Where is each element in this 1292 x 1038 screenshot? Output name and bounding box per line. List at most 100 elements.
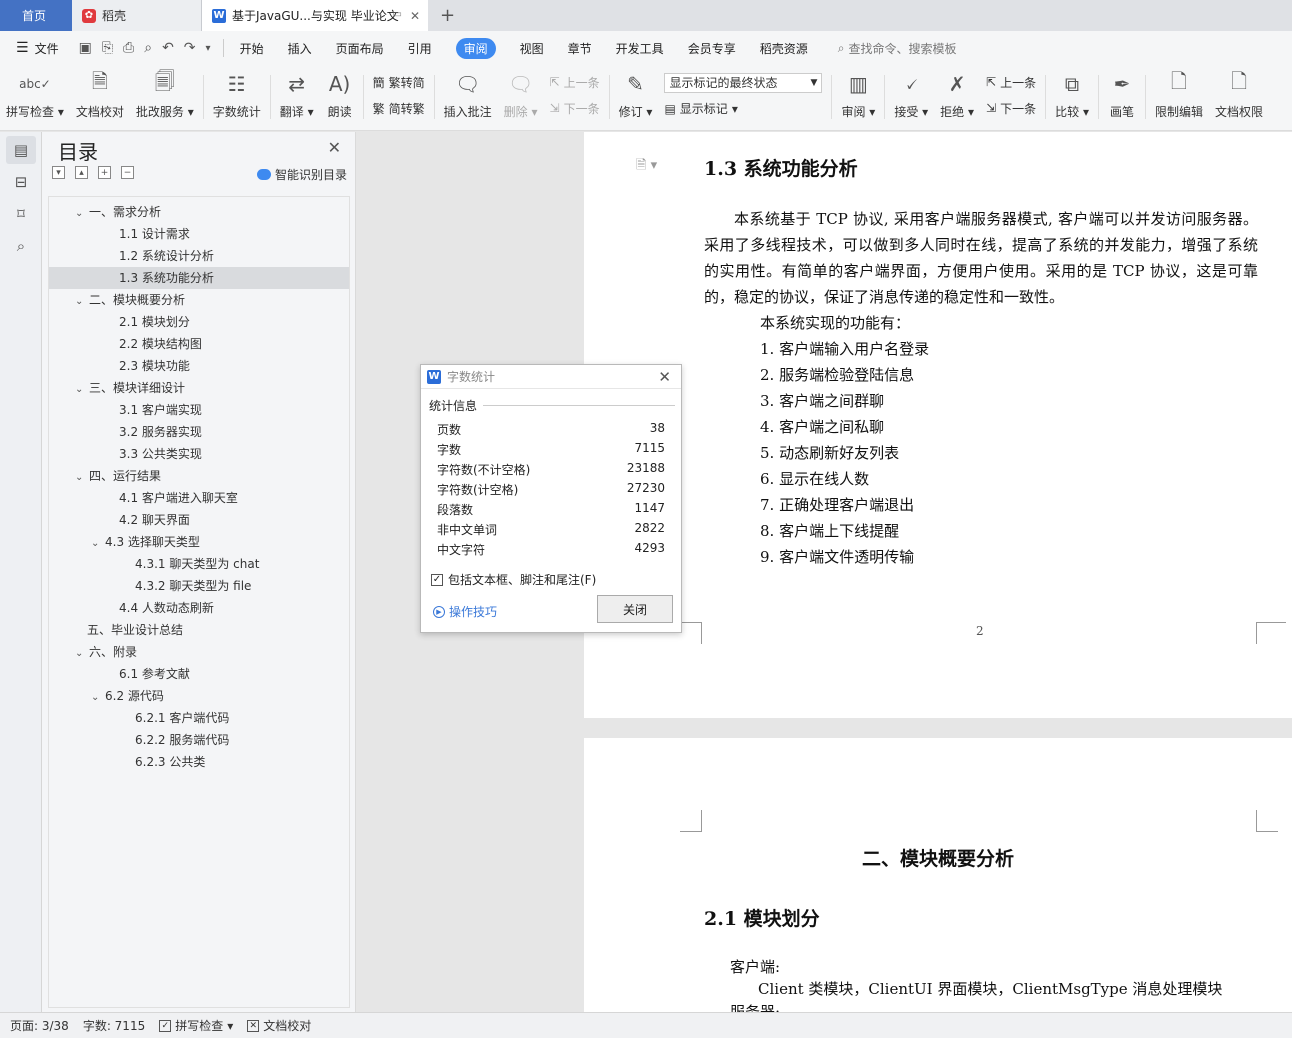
- prev-comment-button[interactable]: ⇱ 上一条: [550, 74, 600, 91]
- menu-docer[interactable]: 稻壳资源: [748, 31, 820, 65]
- doc-proof-button[interactable]: 🗎 文档校对: [70, 69, 130, 127]
- new-tab-button[interactable]: +: [428, 0, 467, 31]
- toc-item[interactable]: 2.2 模块结构图: [49, 333, 349, 355]
- tab-close-icon[interactable]: ✕: [410, 9, 420, 23]
- toc-item[interactable]: 4.1 客户端进入聊天室: [49, 487, 349, 509]
- toc-item[interactable]: 6.2.2 服务端代码: [49, 729, 349, 751]
- status-doc-proof[interactable]: ✕ 文档校对: [247, 1017, 311, 1034]
- toc-item[interactable]: 6.2.3 公共类: [49, 751, 349, 773]
- toc-item[interactable]: 4.3.1 聊天类型为 chat: [49, 553, 349, 575]
- word-count-indicator[interactable]: 字数: 7115: [83, 1017, 145, 1034]
- page-options-icon[interactable]: 🗎 ▾: [636, 156, 657, 178]
- file-menu[interactable]: ☰ 文件: [0, 31, 71, 65]
- menu-review[interactable]: 审阅: [444, 31, 508, 65]
- reject-button[interactable]: ✗ 拒绝 ▾: [934, 69, 980, 127]
- menu-developer[interactable]: 开发工具: [604, 31, 676, 65]
- toc-item[interactable]: 3.2 服务器实现: [49, 421, 349, 443]
- delete-comment-button[interactable]: 🗨 删除 ▾: [498, 69, 544, 127]
- next-revision-button[interactable]: ⇲ 下一条: [986, 100, 1036, 117]
- toc-item[interactable]: 五、毕业设计总结: [49, 619, 349, 641]
- chevron-down-icon[interactable]: ⌄: [75, 203, 89, 225]
- close-icon[interactable]: ✕: [328, 138, 341, 157]
- collapse-all-icon[interactable]: ▴: [75, 166, 88, 179]
- restrict-editing-button[interactable]: 🗋 限制编辑: [1149, 69, 1209, 127]
- search-panel-icon[interactable]: ⌕: [6, 232, 36, 260]
- chapter-nav-icon[interactable]: ⊟: [6, 168, 36, 196]
- compare-button[interactable]: ⧉ 比较 ▾: [1049, 69, 1095, 127]
- status-spell-check[interactable]: ✓ 拼写检查 ▾: [159, 1017, 233, 1034]
- undo-icon[interactable]: ↶: [162, 40, 174, 56]
- chevron-down-icon[interactable]: ⌄: [75, 643, 89, 665]
- review-pane-button[interactable]: ▥ 审阅 ▾: [835, 69, 881, 127]
- toc-item[interactable]: 6.1 参考文献: [49, 663, 349, 685]
- markup-state-select[interactable]: 显示标记的最终状态 ▼: [664, 72, 823, 93]
- redo-icon[interactable]: ↷: [184, 40, 196, 56]
- toc-item[interactable]: ⌄ 四、运行结果: [49, 465, 349, 487]
- print-icon[interactable]: ⎙: [123, 40, 134, 56]
- toc-item[interactable]: ⌄ 三、模块详细设计: [49, 377, 349, 399]
- chevron-down-icon[interactable]: ⌄: [91, 687, 105, 709]
- more-icon[interactable]: ▾: [206, 43, 211, 54]
- dialog-titlebar[interactable]: W 字数统计: [421, 365, 681, 389]
- include-notes-checkbox[interactable]: ✓ 包括文本框、脚注和尾注(F): [431, 571, 596, 588]
- spell-check-button[interactable]: abc✓ 拼写检查 ▾: [0, 69, 70, 127]
- remove-heading-icon[interactable]: −: [121, 166, 134, 179]
- document-page[interactable]: 🗎 ▾ 1.3 系统功能分析 本系统基于 TCP 协议, 采用客户端服务器模式,…: [584, 132, 1292, 718]
- tab-document[interactable]: W 基于JavaGU...与实现 毕业论文 ▭ ✕: [202, 0, 428, 31]
- show-markup-button[interactable]: ▤ 显示标记 ▾: [664, 100, 822, 117]
- approve-service-button[interactable]: 🗐 批改服务 ▾: [130, 69, 200, 127]
- save-icon[interactable]: ▣: [79, 40, 92, 56]
- expand-all-icon[interactable]: ▾: [52, 166, 65, 179]
- translate-button[interactable]: ⇄ 翻译 ▾: [274, 69, 320, 127]
- toc-item[interactable]: ⌄ 二、模块概要分析: [49, 289, 349, 311]
- close-icon[interactable]: ✕: [658, 368, 671, 386]
- chevron-down-icon[interactable]: ⌄: [75, 379, 89, 401]
- menu-home[interactable]: 开始: [228, 31, 276, 65]
- word-count-button[interactable]: ☷ 字数统计: [207, 69, 267, 127]
- bookmark-icon[interactable]: ⌑: [6, 200, 36, 228]
- toc-item[interactable]: 3.3 公共类实现: [49, 443, 349, 465]
- doc-permission-button[interactable]: 🗋 文档权限: [1209, 69, 1269, 127]
- trad-to-simp-button[interactable]: 簡繁转简: [373, 74, 425, 91]
- add-heading-icon[interactable]: +: [98, 166, 111, 179]
- toc-item[interactable]: 3.1 客户端实现: [49, 399, 349, 421]
- smart-toc-button[interactable]: 智能识别目录: [256, 166, 347, 183]
- chevron-down-icon[interactable]: ⌄: [91, 533, 105, 555]
- read-aloud-button[interactable]: A) 朗读: [320, 69, 360, 127]
- toc-item[interactable]: 4.3.2 聊天类型为 file: [49, 575, 349, 597]
- menu-insert[interactable]: 插入: [276, 31, 324, 65]
- close-button[interactable]: 关闭: [597, 595, 673, 623]
- preview-icon[interactable]: ⌕: [144, 40, 152, 56]
- document-page[interactable]: 二、模块概要分析 2.1 模块划分 客户端: Client 类模块，Client…: [584, 738, 1292, 1012]
- chevron-down-icon[interactable]: ⌄: [75, 467, 89, 489]
- menu-view[interactable]: 视图: [508, 31, 556, 65]
- revise-button[interactable]: ✎ 修订 ▾: [613, 69, 659, 127]
- toc-item[interactable]: ⌄ 4.3 选择聊天类型: [49, 531, 349, 553]
- toc-item[interactable]: 6.2.1 客户端代码: [49, 707, 349, 729]
- menu-references[interactable]: 引用: [396, 31, 444, 65]
- menu-layout[interactable]: 页面布局: [324, 31, 396, 65]
- toc-item[interactable]: 2.1 模块划分: [49, 311, 349, 333]
- tips-link[interactable]: ▶ 操作技巧: [433, 603, 497, 620]
- next-comment-button[interactable]: ⇲ 下一条: [550, 100, 600, 117]
- toc-item[interactable]: 2.3 模块功能: [49, 355, 349, 377]
- toc-item[interactable]: 4.4 人数动态刷新: [49, 597, 349, 619]
- menu-section[interactable]: 章节: [556, 31, 604, 65]
- tab-home[interactable]: 首页: [0, 0, 72, 31]
- simp-to-trad-button[interactable]: 繁简转繁: [373, 100, 425, 117]
- tab-pin-icon[interactable]: ▭: [393, 9, 402, 20]
- export-icon[interactable]: ⎘: [102, 40, 113, 56]
- toc-item[interactable]: 1.3 系统功能分析: [49, 267, 349, 289]
- toc-item[interactable]: 4.2 聊天界面: [49, 509, 349, 531]
- pen-button[interactable]: ✒ 画笔: [1102, 69, 1142, 127]
- accept-button[interactable]: 🗸 接受 ▾: [888, 69, 934, 127]
- tab-wps[interactable]: ✿ 稻壳: [72, 0, 202, 31]
- toc-panel-icon[interactable]: ▤: [6, 136, 36, 164]
- command-search[interactable]: ⌕ 查找命令、搜索模板: [838, 40, 957, 57]
- toc-item[interactable]: ⌄ 6.2 源代码: [49, 685, 349, 707]
- prev-revision-button[interactable]: ⇱ 上一条: [986, 74, 1036, 91]
- menu-member[interactable]: 会员专享: [676, 31, 748, 65]
- chevron-down-icon[interactable]: ⌄: [75, 291, 89, 313]
- toc-item[interactable]: ⌄ 六、附录: [49, 641, 349, 663]
- page-indicator[interactable]: 页面: 3/38: [10, 1017, 69, 1034]
